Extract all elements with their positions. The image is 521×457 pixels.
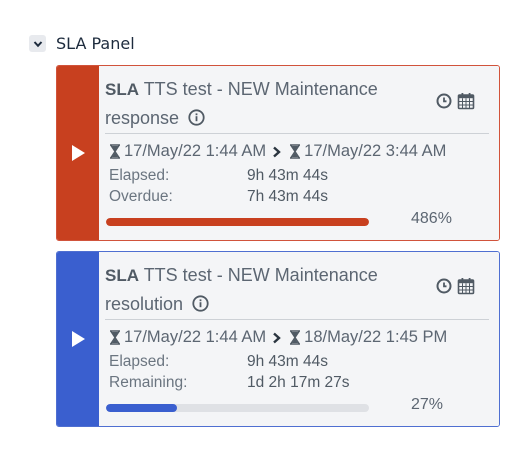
sla-dates: 17/May/22 1:44 AM 18/May/22 1:45 PM [109,328,447,347]
chevron-right-icon [272,146,281,158]
row-label: Elapsed: [109,353,170,370]
sla-label: SLA [105,80,139,99]
end-date: 17/May/22 3:44 AM [304,142,447,160]
sla-card-response: SLA TTS test - NEW Maintenance response … [56,65,500,241]
sla-card-resolution: SLA TTS test - NEW Maintenance resolutio… [56,251,500,427]
divider [105,319,489,320]
hourglass-icon [109,144,121,159]
row-value: 9h 43m 44s [247,353,328,370]
progress-bar [106,218,369,226]
chevron-down-icon[interactable] [29,35,46,52]
clock-icon[interactable] [436,278,452,294]
info-icon[interactable] [188,106,205,134]
progress-fill [106,404,177,412]
sla-label: SLA [105,266,139,285]
progress-percent: 27% [411,396,444,413]
sla-panel-header: SLA Panel [29,34,135,53]
sla-title: SLA TTS test - NEW Maintenance resolutio… [105,261,405,320]
remaining-row: Remaining: 1d 2h 17m 27s [109,374,350,392]
play-icon [71,331,85,347]
sla-name: TTS test - NEW Maintenance response [105,79,378,128]
progress-percent: 486% [411,210,452,227]
hourglass-icon [109,330,121,345]
play-icon [71,145,85,161]
overdue-row: Overdue: 7h 43m 44s [109,188,328,206]
row-value: 7h 43m 44s [247,188,328,205]
play-button[interactable] [57,252,99,426]
elapsed-row: Elapsed: 9h 43m 44s [109,167,328,185]
row-value: 1d 2h 17m 27s [247,374,350,391]
row-label: Overdue: [109,188,173,205]
play-button[interactable] [57,66,99,240]
panel-title: SLA Panel [56,34,135,53]
row-value: 9h 43m 44s [247,167,328,184]
row-label: Remaining: [109,374,188,391]
sla-name: TTS test - NEW Maintenance resolution [105,265,378,314]
elapsed-row: Elapsed: 9h 43m 44s [109,353,328,371]
sla-title: SLA TTS test - NEW Maintenance response [105,75,405,134]
calendar-icon[interactable] [457,92,475,110]
info-icon[interactable] [192,292,209,320]
start-date: 17/May/22 1:44 AM [124,328,267,346]
start-date: 17/May/22 1:44 AM [124,142,267,160]
progress-bar [106,404,369,412]
row-label: Elapsed: [109,167,170,184]
calendar-icon[interactable] [457,277,475,295]
end-date: 18/May/22 1:45 PM [304,328,448,346]
hourglass-icon [289,144,301,159]
divider [105,133,489,134]
sla-dates: 17/May/22 1:44 AM 17/May/22 3:44 AM [109,142,446,161]
chevron-right-icon [272,332,281,344]
hourglass-icon [289,330,301,345]
clock-icon[interactable] [436,93,452,109]
progress-fill [106,218,369,226]
